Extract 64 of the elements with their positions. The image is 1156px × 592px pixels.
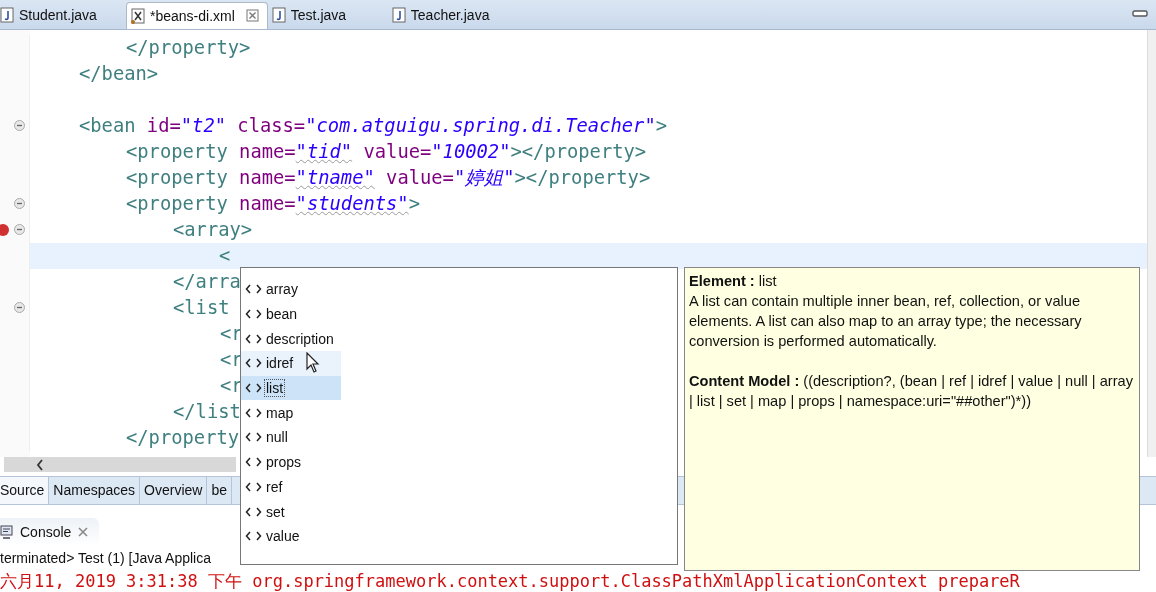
editor-tab[interactable]: Student.java [0,1,126,29]
completion-item[interactable]: array [241,277,341,302]
fold-icon[interactable] [14,302,25,314]
completion-item[interactable]: props [241,449,341,475]
java-file-icon [271,7,286,24]
mouse-pointer-icon [306,352,320,374]
element-tag-icon [245,284,262,295]
editor-mode-tab[interactable]: Source [0,477,50,505]
code-line: </property [125,425,240,450]
content-model-text: Content Model : ((description?, (bean | ref | idref | value | null | array | list | set | map | props | namespace:uri="##other")*)) [689,372,1134,411]
element-description: A list can contain multiple inner bean, ref, collection, or value elements. A list can also map to an array type; the necessary conversion is performed automatically. [689,292,1083,351]
tab-label: Test.java [290,7,347,24]
fold-icon[interactable] [14,224,25,236]
tab-label: Teacher.java [410,7,490,24]
code-line: <property name="tid" value="10002"></property> [125,139,647,164]
completion-item[interactable]: bean [241,301,341,327]
completion-item[interactable]: ref [241,474,341,500]
code-line: </bean> [78,61,159,86]
editor-tab[interactable]: *beans-di.xml [126,1,268,29]
completion-item[interactable]: map [241,400,341,426]
code-line: </property> [125,35,251,60]
code-line: <bean id="t2" class="com.atguigu.spring.di.Teacher"> [78,113,667,138]
completion-item[interactable]: set [241,499,341,524]
tab-label: *beans-di.xml [150,7,235,24]
close-icon[interactable] [77,526,90,538]
element-tag-icon [245,432,262,443]
code-line: <list [172,295,230,320]
fold-icon[interactable] [14,120,25,132]
completion-item[interactable]: list [241,375,341,401]
close-icon[interactable] [245,9,259,23]
completion-item[interactable]: idref [241,351,341,376]
element-heading: Element : list [689,272,778,291]
element-tag-icon [245,481,262,492]
console-log-line: 六月11, 2019 3:31:38 下午 org.springframework.context.support.ClassPathXmlApplicationContext prepareR [0,570,1021,592]
console-status: terminated> Test (1) [Java Applica [0,549,213,568]
editor-mode-tab[interactable]: be [207,477,232,505]
editor-mode-tab[interactable]: Namespaces [49,477,141,505]
code-line: <property name="students"> [125,191,420,216]
element-tag-icon [245,506,262,517]
element-tag-icon [245,309,262,320]
element-tag-icon [245,333,262,344]
element-tag-icon [245,358,262,369]
fold-icon[interactable] [14,198,25,210]
code-line: </list [172,399,241,424]
element-tag-icon [245,383,262,394]
completion-item[interactable]: value [241,523,341,549]
code-line: <array> [172,217,253,242]
minimize-icon[interactable] [1132,10,1148,19]
editor-tab[interactable]: Test.java [267,1,388,29]
tab-label: Student.java [19,7,97,24]
monitor-icon [0,525,14,539]
java-file-icon [0,7,14,24]
code-line: </arra [172,269,241,294]
editor-tab[interactable]: Teacher.java [387,1,504,29]
element-tag-icon [245,531,262,542]
completion-item[interactable]: description [241,326,341,352]
editor-mode-tab[interactable]: Overview [140,477,208,505]
completion-item[interactable]: null [241,425,341,450]
java-file-icon [391,7,406,24]
element-tag-icon [245,407,262,418]
xml-file-icon [131,7,145,24]
element-tag-icon [245,457,262,468]
code-line: <property name="tname" value="婷姐"></property> [125,165,651,190]
vertical-scrollbar[interactable] [1147,29,1156,457]
